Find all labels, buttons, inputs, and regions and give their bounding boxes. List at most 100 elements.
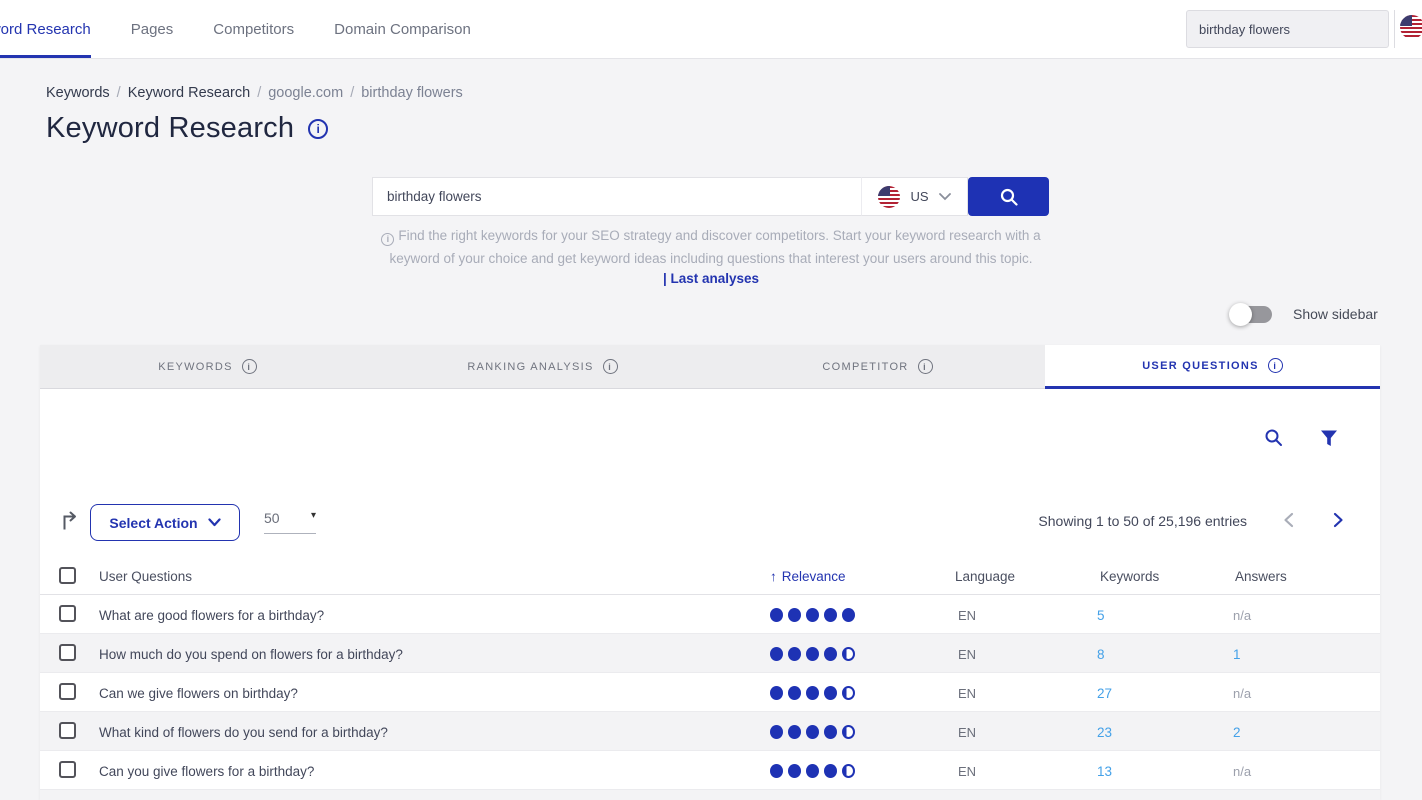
top-nav-items: Keyword Research Pages Competitors Domai… bbox=[0, 0, 471, 58]
nav-item-competitors[interactable]: Competitors bbox=[213, 0, 294, 58]
answers-count-link[interactable]: 2 bbox=[1233, 725, 1241, 740]
table-search-icon[interactable] bbox=[1264, 428, 1284, 448]
table-row: What kind of flowers do you send for a b… bbox=[40, 712, 1380, 751]
show-sidebar-toggle[interactable] bbox=[1232, 306, 1272, 323]
header-relevance[interactable]: Relevance bbox=[770, 569, 846, 584]
info-icon[interactable] bbox=[603, 359, 618, 374]
tab-keywords[interactable]: KEYWORDS bbox=[40, 345, 375, 389]
answers-count-link[interactable]: 1 bbox=[1233, 647, 1241, 662]
keyword-input-wrap bbox=[372, 177, 861, 216]
table-row: How much do you spend on flowers for a b… bbox=[40, 634, 1380, 673]
relevance-dot-filled bbox=[806, 647, 819, 661]
relevance-dots bbox=[770, 608, 855, 622]
language-value: EN bbox=[958, 725, 976, 740]
previous-page-button[interactable] bbox=[1283, 512, 1294, 528]
row-checkbox[interactable] bbox=[59, 605, 76, 622]
language-value: EN bbox=[958, 764, 976, 779]
breadcrumb-keyword-research[interactable]: Keyword Research bbox=[128, 85, 251, 101]
page-title-row: Keyword Research bbox=[46, 112, 328, 145]
header-relevance-label: Relevance bbox=[782, 569, 846, 584]
caret-down-icon bbox=[311, 510, 316, 521]
last-analyses-link[interactable]: | Last analyses bbox=[663, 271, 759, 286]
header-keywords: Keywords bbox=[1100, 569, 1159, 584]
tab-label: COMPETITOR bbox=[822, 361, 908, 373]
breadcrumb-domain[interactable]: google.com bbox=[268, 85, 343, 101]
breadcrumb-separator: / bbox=[350, 85, 354, 101]
nav-item-domain-comparison[interactable]: Domain Comparison bbox=[334, 0, 471, 58]
answers-na: n/a bbox=[1233, 608, 1251, 623]
relevance-dots bbox=[770, 647, 855, 661]
next-row-edge bbox=[40, 790, 1380, 800]
info-icon[interactable] bbox=[918, 359, 933, 374]
question-text[interactable]: Can you give flowers for a birthday? bbox=[99, 764, 314, 779]
search-button[interactable] bbox=[968, 177, 1049, 216]
top-navigation: Keyword Research Pages Competitors Domai… bbox=[0, 0, 1422, 59]
question-text[interactable]: Can we give flowers on birthday? bbox=[99, 686, 298, 701]
keywords-count-link[interactable]: 27 bbox=[1097, 686, 1112, 701]
export-icon[interactable] bbox=[60, 510, 81, 531]
table-row: Can we give flowers on birthday?EN27n/a bbox=[40, 673, 1380, 712]
table-tools bbox=[1264, 428, 1338, 448]
info-icon[interactable] bbox=[1268, 358, 1283, 373]
relevance-dot-filled bbox=[806, 608, 819, 622]
nav-item-pages[interactable]: Pages bbox=[131, 0, 174, 58]
breadcrumb-separator: / bbox=[117, 85, 121, 101]
filter-icon[interactable] bbox=[1320, 430, 1338, 447]
select-all-checkbox[interactable] bbox=[59, 567, 76, 584]
keywords-count-link[interactable]: 23 bbox=[1097, 725, 1112, 740]
relevance-dot-filled bbox=[824, 686, 837, 700]
topnav-right-group bbox=[1186, 0, 1422, 58]
nav-item-keyword-research[interactable]: Keyword Research bbox=[0, 0, 91, 58]
nav-item-label: Keyword Research bbox=[0, 21, 91, 38]
question-text[interactable]: What are good flowers for a birthday? bbox=[99, 608, 324, 623]
tab-ranking-analysis[interactable]: RANKING ANALYSIS bbox=[375, 345, 710, 389]
relevance-dot-filled bbox=[824, 764, 837, 778]
relevance-dot-filled bbox=[770, 725, 783, 739]
relevance-dot-filled bbox=[788, 608, 801, 622]
info-icon[interactable] bbox=[308, 119, 328, 139]
keywords-count-link[interactable]: 13 bbox=[1097, 764, 1112, 779]
tab-label: RANKING ANALYSIS bbox=[467, 361, 593, 373]
us-flag-icon[interactable] bbox=[1400, 15, 1422, 39]
row-checkbox[interactable] bbox=[59, 722, 76, 739]
relevance-dot-filled bbox=[806, 686, 819, 700]
next-page-button[interactable] bbox=[1333, 512, 1344, 528]
header-user-questions: User Questions bbox=[99, 569, 192, 584]
table-body: What are good flowers for a birthday? EN 5… bbox=[40, 595, 1380, 790]
tab-competitor[interactable]: COMPETITOR bbox=[710, 345, 1045, 389]
tab-label: KEYWORDS bbox=[158, 361, 233, 373]
breadcrumb-keywords[interactable]: Keywords bbox=[46, 85, 110, 101]
toggle-knob bbox=[1229, 303, 1252, 326]
language-value: EN bbox=[958, 647, 976, 662]
feature-description-text: Find the right keywords for your SEO str… bbox=[389, 228, 1040, 266]
divider bbox=[1394, 10, 1395, 48]
tab-user-questions[interactable]: USER QUESTIONS bbox=[1045, 345, 1380, 389]
sort-ascending-icon bbox=[770, 569, 782, 584]
breadcrumb-keyword[interactable]: birthday flowers bbox=[361, 85, 463, 101]
country-select[interactable]: US bbox=[861, 177, 968, 216]
relevance-dot-filled bbox=[788, 686, 801, 700]
row-checkbox[interactable] bbox=[59, 761, 76, 778]
keywords-count-link[interactable]: 8 bbox=[1097, 647, 1105, 662]
question-text[interactable]: How much do you spend on flowers for a b… bbox=[99, 647, 403, 662]
us-flag-icon bbox=[878, 186, 900, 208]
chevron-down-icon bbox=[208, 518, 221, 527]
keywords-count-link[interactable]: 5 bbox=[1097, 608, 1105, 623]
row-checkbox[interactable] bbox=[59, 683, 76, 700]
select-action-label: Select Action bbox=[109, 515, 197, 531]
info-icon[interactable] bbox=[242, 359, 257, 374]
relevance-dot-partial bbox=[842, 764, 855, 778]
question-text[interactable]: What kind of flowers do you send for a b… bbox=[99, 725, 388, 740]
topnav-country-flag-wrap bbox=[1400, 15, 1422, 44]
page-size-select[interactable]: 50 bbox=[264, 510, 316, 534]
relevance-dot-partial bbox=[842, 686, 855, 700]
relevance-dot-filled bbox=[770, 647, 783, 661]
results-panel: KEYWORDS RANKING ANALYSIS COMPETITOR USE… bbox=[40, 345, 1380, 800]
chevron-down-icon bbox=[939, 193, 951, 201]
keyword-search-input[interactable] bbox=[373, 189, 861, 204]
row-checkbox[interactable] bbox=[59, 644, 76, 661]
select-action-button[interactable]: Select Action bbox=[90, 504, 240, 541]
topnav-search-input[interactable] bbox=[1187, 22, 1388, 37]
relevance-dot-filled bbox=[824, 647, 837, 661]
relevance-dots bbox=[770, 725, 855, 739]
